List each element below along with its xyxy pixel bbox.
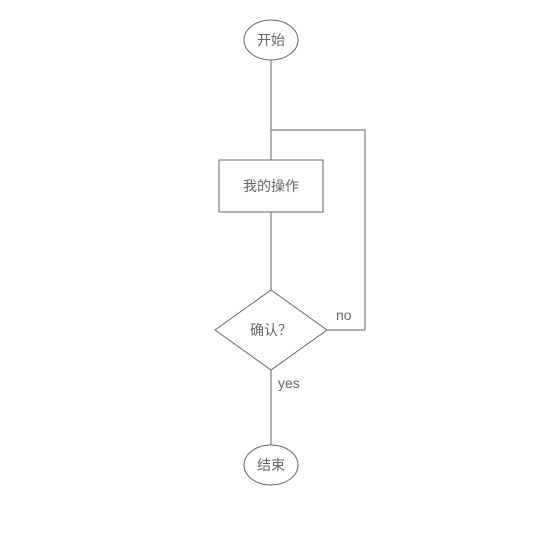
edge-yes-label: yes xyxy=(278,375,300,391)
decision-label: 确认？ xyxy=(250,322,292,338)
end-label: 结束 xyxy=(257,457,285,473)
edge-no-label: no xyxy=(336,307,352,323)
start-label: 开始 xyxy=(257,32,285,48)
process-label: 我的操作 xyxy=(243,178,299,194)
